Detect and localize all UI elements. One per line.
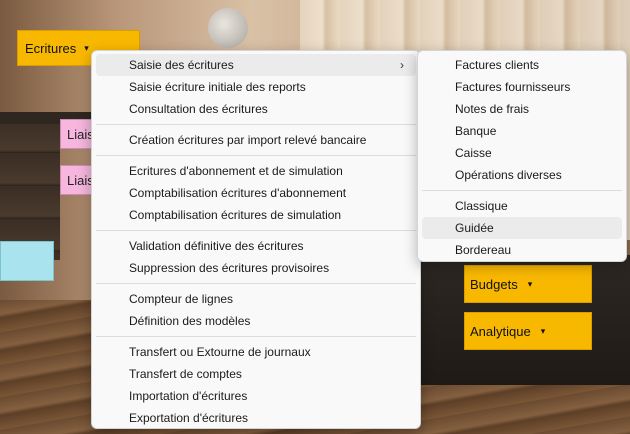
liaison-button-2-label: Liais [67, 172, 94, 188]
menu-item-consultation-ecritures[interactable]: Consultation des écritures [96, 98, 416, 120]
menu-item-importation-ecritures[interactable]: Importation d'écritures [96, 385, 416, 407]
menu-separator [422, 190, 622, 191]
menu-separator [96, 124, 416, 125]
menu-separator [96, 230, 416, 231]
menu-item-abonnement-simulation[interactable]: Ecritures d'abonnement et de simulation [96, 160, 416, 182]
caret-down-icon: ▾ [540, 325, 546, 336]
submenu-item-classique[interactable]: Classique [422, 195, 622, 217]
budgets-button[interactable]: Budgets ▾ [464, 265, 592, 303]
menu-item-compteur-lignes[interactable]: Compteur de lignes [96, 288, 416, 310]
submenu-item-caisse[interactable]: Caisse [422, 142, 622, 164]
menu-item-saisie-initiale-reports[interactable]: Saisie écriture initiale des reports [96, 76, 416, 98]
menu-item-definition-modeles[interactable]: Définition des modèles [96, 310, 416, 332]
menu-item-comptabilisation-simulation[interactable]: Comptabilisation écritures de simulation [96, 204, 416, 226]
menu-separator [96, 155, 416, 156]
submenu-item-notes-de-frais[interactable]: Notes de frais [422, 98, 622, 120]
menu-item-transfert-comptes[interactable]: Transfert de comptes [96, 363, 416, 385]
menu-item-label: Saisie des écritures [129, 58, 234, 72]
chevron-right-icon: › [400, 58, 404, 72]
caret-down-icon: ▾ [84, 42, 89, 53]
cyan-tile-button[interactable] [0, 241, 54, 281]
saisie-submenu: Factures clients Factures fournisseurs N… [417, 50, 627, 262]
caret-down-icon: ▾ [527, 278, 533, 289]
menu-separator [96, 336, 416, 337]
background-lamp [208, 8, 248, 48]
ecritures-button-label: Ecritures [25, 40, 77, 56]
ecritures-menu: Saisie des écritures › Saisie écriture i… [91, 50, 421, 429]
menu-item-validation-definitive[interactable]: Validation définitive des écritures [96, 235, 416, 257]
background-cabinet [0, 120, 60, 260]
submenu-item-bordereau[interactable]: Bordereau [422, 239, 622, 261]
menu-item-import-releve-bancaire[interactable]: Création écritures par import relevé ban… [96, 129, 416, 151]
budgets-button-label: Budgets [470, 276, 518, 292]
analytique-button-label: Analytique [470, 323, 531, 339]
liaison-button-1-label: Liais [67, 126, 94, 142]
menu-item-transfert-extourne[interactable]: Transfert ou Extourne de journaux [96, 341, 416, 363]
submenu-item-guidee[interactable]: Guidée [422, 217, 622, 239]
menu-item-exportation-ecritures[interactable]: Exportation d'écritures [96, 407, 416, 429]
submenu-item-operations-diverses[interactable]: Opérations diverses [422, 164, 622, 186]
menu-item-saisie-des-ecritures[interactable]: Saisie des écritures › [96, 54, 416, 76]
menu-item-suppression-provisoires[interactable]: Suppression des écritures provisoires [96, 257, 416, 279]
submenu-item-factures-fournisseurs[interactable]: Factures fournisseurs [422, 76, 622, 98]
analytique-button[interactable]: Analytique ▾ [464, 312, 592, 350]
submenu-item-banque[interactable]: Banque [422, 120, 622, 142]
submenu-item-factures-clients[interactable]: Factures clients [422, 54, 622, 76]
menu-separator [96, 283, 416, 284]
menu-item-comptabilisation-abonnement[interactable]: Comptabilisation écritures d'abonnement [96, 182, 416, 204]
